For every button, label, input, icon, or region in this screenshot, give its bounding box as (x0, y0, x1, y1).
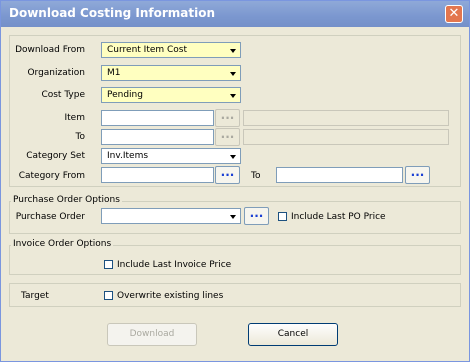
category-to-input[interactable] (276, 167, 403, 183)
download-button[interactable]: Download (107, 323, 197, 346)
download-costing-dialog: Download Costing Information ✕ Download … (0, 0, 470, 362)
category-from-input[interactable] (101, 167, 214, 183)
organization-select[interactable]: M1 (101, 65, 241, 81)
target-label: Target (21, 291, 49, 301)
invoice-order-options-title: Invoice Order Options (11, 239, 114, 249)
invoice-order-options-group (9, 245, 461, 275)
category-to-label: To (251, 171, 261, 181)
item-label: Item (64, 113, 86, 123)
overwrite-existing-lines-label[interactable]: Overwrite existing lines (117, 291, 223, 301)
item-description-field (243, 110, 449, 126)
cancel-button[interactable]: Cancel (248, 323, 338, 346)
chevron-down-icon[interactable] (227, 89, 239, 101)
include-last-invoice-price-label[interactable]: Include Last Invoice Price (117, 260, 231, 270)
purchase-order-lookup-button[interactable]: ... (244, 207, 269, 225)
category-set-label: Category Set (26, 151, 85, 161)
category-from-label: Category From (18, 171, 85, 181)
include-last-invoice-price-checkbox[interactable] (104, 260, 113, 269)
title-bar[interactable]: Download Costing Information ✕ (1, 1, 469, 27)
download-from-value: Current Item Cost (107, 45, 188, 55)
item-to-description-field (243, 129, 449, 145)
item-to-label: To (75, 132, 85, 142)
category-from-lookup-button[interactable]: ... (215, 166, 240, 184)
include-last-po-price-label[interactable]: Include Last PO Price (291, 212, 386, 222)
chevron-down-icon[interactable] (227, 210, 239, 222)
target-group (9, 283, 461, 307)
purchase-order-label: Purchase Order (15, 212, 85, 222)
window-title: Download Costing Information (9, 6, 216, 20)
include-last-po-price-checkbox[interactable] (278, 212, 287, 221)
cost-type-select[interactable]: Pending (101, 87, 241, 103)
download-from-label: Download From (15, 45, 85, 55)
purchase-order-options-title: Purchase Order Options (11, 195, 122, 205)
chevron-down-icon[interactable] (227, 67, 239, 79)
item-to-input[interactable] (101, 129, 214, 145)
chevron-down-icon[interactable] (227, 44, 239, 56)
item-to-lookup-button[interactable]: ... (215, 128, 240, 146)
category-set-value: Inv.Items (107, 151, 149, 161)
chevron-down-icon[interactable] (227, 150, 239, 162)
organization-value: M1 (107, 68, 121, 78)
cost-type-label: Cost Type (41, 90, 85, 100)
cost-type-value: Pending (107, 90, 143, 100)
item-lookup-button[interactable]: ... (215, 109, 240, 127)
download-from-select[interactable]: Current Item Cost (101, 42, 241, 58)
category-set-select[interactable]: Inv.Items (101, 148, 241, 164)
organization-label: Organization (27, 68, 85, 78)
close-icon[interactable]: ✕ (445, 5, 463, 23)
item-input[interactable] (101, 110, 214, 126)
purchase-order-select[interactable] (101, 208, 241, 224)
overwrite-existing-lines-checkbox[interactable] (104, 291, 113, 300)
category-to-lookup-button[interactable]: ... (405, 166, 430, 184)
